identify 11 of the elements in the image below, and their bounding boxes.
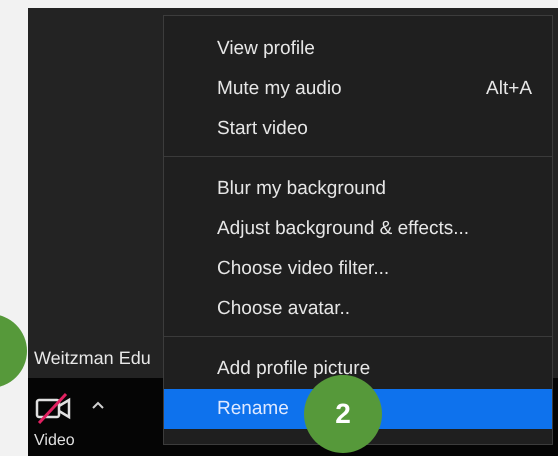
video-button[interactable]: Video	[34, 378, 75, 450]
menu-item[interactable]: Adjust background & effects...	[164, 209, 552, 249]
menu-item[interactable]: Choose avatar..	[164, 289, 552, 329]
menu-item[interactable]: Mute my audio Alt+A	[164, 69, 552, 109]
participant-name: Weitzman Edu	[33, 348, 151, 370]
caret-icon[interactable]	[90, 400, 105, 410]
shortcut-label: Alt+A	[486, 78, 532, 100]
menu-item[interactable]: Blur my background	[164, 169, 552, 209]
menu-item[interactable]: View profile	[164, 29, 552, 69]
menu-item[interactable]: Choose video filter...	[164, 249, 552, 289]
menu-item[interactable]: Start video	[164, 109, 552, 149]
